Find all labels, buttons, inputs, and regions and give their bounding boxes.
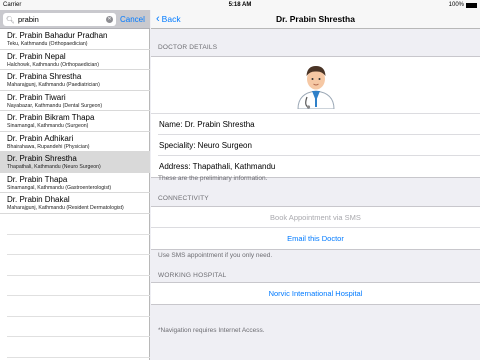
speciality-row: Speciality: Neuro Surgeon <box>158 135 480 156</box>
email-doctor-button[interactable]: Email this Doctor <box>151 228 480 249</box>
book-sms-button[interactable]: Book Appointment via SMS <box>151 207 480 228</box>
doctor-name: Dr. Prabin Bahadur Pradhan <box>7 31 108 40</box>
doctor-list-item[interactable]: Dr. Prabin Thapa Sinamangal, Kathmandu (G… <box>0 173 150 193</box>
empty-row <box>7 235 150 255</box>
doctor-name: Dr. Prabin Bikram Thapa <box>7 113 95 122</box>
doctor-list-item[interactable]: Dr. Prabina Shrestha Maharajgunj, Kathman… <box>0 70 150 91</box>
empty-row <box>7 255 150 276</box>
doctor-list-item[interactable]: Dr. Prabin Nepal Halchowk, Kathmandu (Ort… <box>0 50 150 70</box>
detail-nav-bar: ‹ Back Dr. Prabin Shrestha <box>151 10 480 29</box>
search-icon: 🔍︎ <box>6 16 15 24</box>
doctor-location-specialty: Bhairahawa, Rupandehi (Physician) <box>7 143 90 150</box>
doctor-list-item[interactable]: Dr. Prabin Adhikari Bhairahawa, Rupandehi… <box>0 132 150 152</box>
doctor-details-header: DOCTOR DETAILS <box>158 44 218 51</box>
doctor-location-specialty: Maharajgunj, Kathmandu (Paediatrician) <box>7 82 100 88</box>
empty-row <box>7 317 150 337</box>
doctor-name: Dr. Prabin Thapa <box>7 174 68 184</box>
status-bar: Carrier 5:18 AM 100% <box>0 0 480 10</box>
doctor-detail-pane: ‹ Back Dr. Prabin Shrestha DOCTOR DETAIL… <box>151 0 480 360</box>
navigation-note: *Navigation requires Internet Access. <box>158 327 265 334</box>
doctor-list-item[interactable]: Dr. Prabin Bahadur Pradhan Teku, Kathmand… <box>0 29 150 50</box>
search-value: prabin <box>18 15 39 24</box>
connectivity-header: CONNECTIVITY <box>158 195 209 202</box>
avatar-cell <box>151 57 480 114</box>
doctor-name: Dr. Prabin Nepal <box>7 51 66 61</box>
sms-note: Use SMS appointment if you only need. <box>158 252 273 259</box>
doctor-list-item[interactable]: Dr. Prabin Shrestha Thapathali, Kathmandu… <box>0 152 150 173</box>
doctor-list-item[interactable]: Dr. Prabin Tiwari Nayabazar, Kathmandu (D… <box>0 91 150 111</box>
doctor-location-specialty: Sinamangal, Kathmandu (Gastroenterologis… <box>7 184 112 191</box>
name-row: Name: Dr. Prabin Shrestha <box>158 114 480 135</box>
empty-list-area <box>0 214 150 358</box>
page-title: Dr. Prabin Shrestha <box>276 14 355 24</box>
hospital-button[interactable]: Norvic International Hospital <box>151 283 480 304</box>
doctor-location-specialty: Teku, Kathmandu (Orthopaedician) <box>7 41 88 47</box>
connectivity-group: Book Appointment via SMS Email this Doct… <box>151 206 480 250</box>
doctor-location-specialty: Halchowk, Kathmandu (Orthopaedician) <box>7 61 99 68</box>
doctor-location-specialty: Thapathali, Kathmandu (Neuro Surgeon) <box>7 164 101 170</box>
empty-row <box>7 214 150 235</box>
battery-percent: 100% <box>448 2 464 8</box>
clear-icon[interactable]: ✕ <box>106 16 113 23</box>
cancel-button[interactable]: Cancel <box>120 13 145 26</box>
doctor-name: Dr. Prabin Adhikari <box>7 133 74 143</box>
doctor-list-item[interactable]: Dr. Prabin Dhakal Maharajgunj, Kathmandu … <box>0 193 150 214</box>
empty-row <box>7 296 150 317</box>
doctor-list-item[interactable]: Dr. Prabin Bikram Thapa Sinamangal, Kathm… <box>0 111 150 132</box>
doctor-location-specialty: Maharajgunj, Kathmandu (Resident Dermato… <box>7 205 124 211</box>
empty-row <box>7 276 150 296</box>
battery-indicator: 100% <box>449 0 477 10</box>
doctor-location-specialty: Nayabazar, Kathmandu (Dental Surgeon) <box>7 102 103 109</box>
doctor-name: Dr. Prabin Tiwari <box>7 92 66 102</box>
search-input[interactable]: 🔍︎ prabin ✕ <box>3 13 116 26</box>
empty-row <box>7 337 150 358</box>
doctor-list: Dr. Prabin Bahadur Pradhan Teku, Kathmand… <box>0 29 150 214</box>
doctor-details-group: Name: Dr. Prabin Shrestha Speciality: Ne… <box>151 56 480 178</box>
preliminary-note: These are the preliminary information. <box>158 175 268 182</box>
clock: 5:18 AM <box>228 2 252 8</box>
address-row: Address: Thapathali, Kathmandu <box>159 162 276 171</box>
working-hospital-header: WORKING HOSPITAL <box>158 272 227 279</box>
hospital-group: Norvic International Hospital <box>151 282 480 305</box>
doctor-location-specialty: Sinamangal, Kathmandu (Surgeon) <box>7 123 89 129</box>
doctor-list-pane: 🔍︎ prabin ✕ Cancel Dr. Prabin Bahadur Pr… <box>0 0 150 360</box>
doctor-name: Dr. Prabin Shrestha <box>7 154 77 163</box>
doctor-name: Dr. Prabina Shrestha <box>7 72 82 81</box>
battery-icon <box>466 2 477 8</box>
doctor-avatar-icon <box>296 66 335 109</box>
doctor-name: Dr. Prabin Dhakal <box>7 195 70 204</box>
search-bar: 🔍︎ prabin ✕ Cancel <box>0 10 150 29</box>
